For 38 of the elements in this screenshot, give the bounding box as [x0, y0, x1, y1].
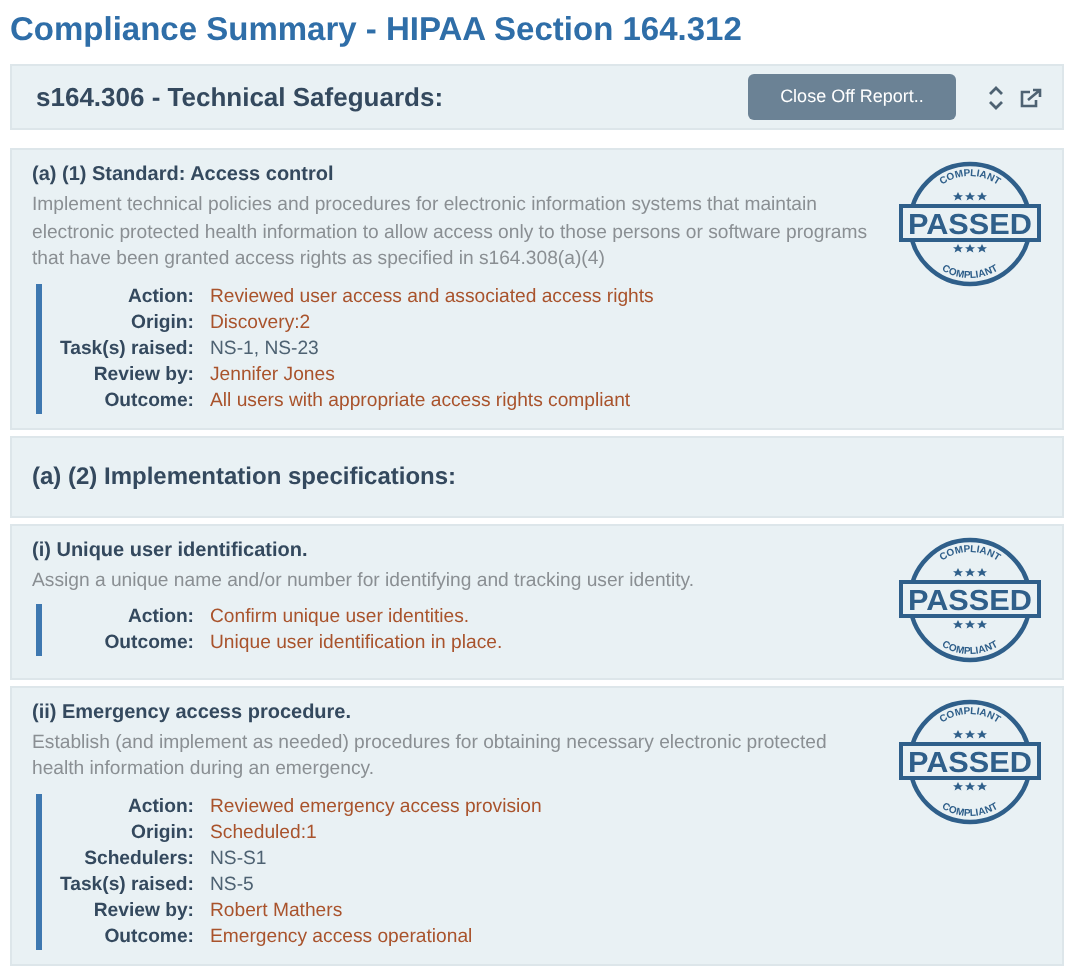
detail-label: Outcome:	[102, 923, 196, 950]
detail-value: NS-1, NS-23	[210, 335, 319, 362]
requirement-description: Establish (and implement as needed) procedures for obtaining necessary electronic protected health information during an emergency.	[32, 729, 829, 784]
requirement-title: (ii) Emergency access procedure.	[32, 699, 354, 728]
detail-value: Discovery:2	[210, 309, 311, 336]
detail-value: Unique user identification in place.	[210, 630, 503, 657]
detail-value: Reviewed emergency access provision	[210, 793, 542, 820]
detail-label: Task(s) raised:	[57, 871, 196, 898]
expand-collapse-icon[interactable]	[988, 85, 1004, 109]
section-title: s164.306 - Technical Safeguards:	[36, 79, 446, 116]
detail-value: All users with appropriate access rights compliant	[210, 387, 631, 414]
section-heading: (a) (2) Implementation specifications:	[32, 459, 459, 494]
detail-value: Robert Mathers	[210, 897, 343, 924]
requirement-title: (i) Unique user identification.	[32, 537, 310, 566]
detail-value: NS-5	[210, 871, 254, 898]
detail-label: Review by:	[91, 897, 196, 924]
page-title: Compliance Summary - HIPAA Section 164.312	[10, 10, 744, 52]
detail-label: Action:	[125, 793, 196, 820]
detail-label: Origin:	[129, 309, 196, 336]
requirement-description: Assign a unique name and/or number for identifying and tracking user identity.	[32, 567, 696, 595]
detail-value: Reviewed user access and associated access rights	[210, 283, 654, 310]
detail-label: Origin:	[129, 819, 196, 846]
detail-label: Action:	[125, 283, 196, 310]
export-icon[interactable]	[1020, 87, 1042, 107]
detail-label: Task(s) raised:	[57, 335, 196, 362]
detail-label: Outcome:	[102, 387, 196, 414]
detail-value: Scheduled:1	[210, 819, 317, 846]
detail-label: Action:	[125, 604, 196, 631]
detail-label: Review by:	[91, 361, 196, 388]
detail-value: Jennifer Jones	[210, 361, 335, 388]
detail-label: Schedulers:	[82, 845, 196, 872]
requirement-description: Implement technical policies and procedures for electronic information systems that maintain electronic protected health information to allow access only to those persons or software programs that have been granted access rights as specified in s164.308(a)(4)	[32, 192, 870, 274]
detail-value: NS-S1	[210, 845, 267, 872]
detail-value: Confirm unique user identities.	[210, 604, 470, 631]
close-off-report-button[interactable]: Close Off Report..	[748, 74, 956, 120]
detail-value: Emergency access operational	[210, 923, 473, 950]
requirement-title: (a) (1) Standard: Access control	[32, 162, 336, 190]
detail-label: Outcome:	[102, 630, 196, 657]
